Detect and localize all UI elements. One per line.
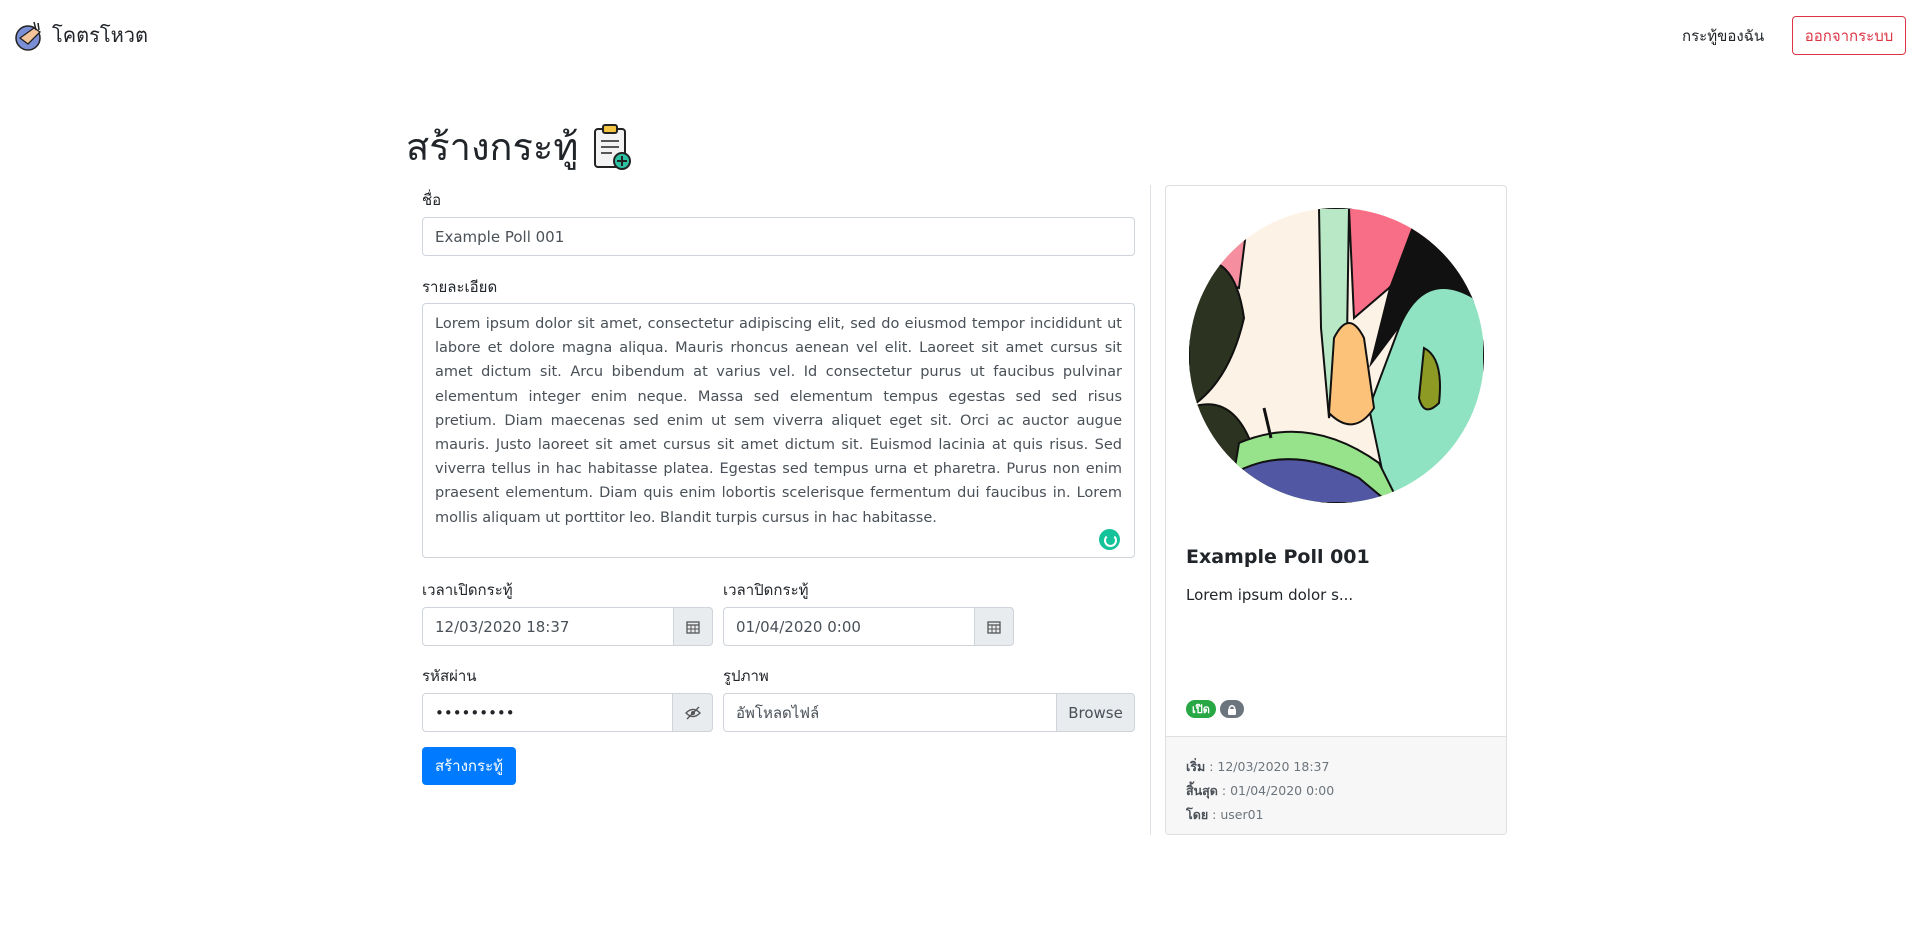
page-title: สร้างกระทู้ [406, 116, 632, 177]
open-time-input[interactable]: 12/03/2020 18:37 [422, 607, 674, 646]
hand-logo-icon [15, 21, 42, 51]
by-value: user01 [1220, 807, 1264, 822]
brand-text: โคตรโหวต [52, 23, 148, 47]
detail-textarea[interactable]: Lorem ipsum dolor sit amet, consectetur … [422, 303, 1135, 558]
poll-preview-title: Example Poll 001 [1186, 546, 1370, 568]
end-row: สิ้นสุด : 01/04/2020 0:00 [1186, 783, 1335, 798]
end-value: 01/04/2020 0:00 [1230, 783, 1335, 798]
start-row: เริ่ม : 12/03/2020 18:37 [1186, 759, 1330, 774]
poll-badges: เปิด [1186, 700, 1244, 718]
close-time-calendar-button[interactable] [974, 607, 1014, 646]
open-time-calendar-button[interactable] [673, 607, 713, 646]
start-label: เริ่ม [1186, 759, 1206, 774]
start-value: 12/03/2020 18:37 [1217, 759, 1330, 774]
navbar: โคตรโหวต กระทู้ของฉัน ออกจากระบบ [0, 0, 1920, 70]
create-poll-button[interactable]: สร้างกระทู้ [422, 747, 516, 785]
toggle-password-button[interactable] [672, 693, 713, 732]
eye-slash-icon [684, 706, 701, 719]
image-file-input[interactable]: อัพโหลดไฟล์ [723, 693, 1057, 732]
open-time-label: เวลาเปิดกระทู้ [422, 581, 513, 599]
image-label: รูปภาพ [723, 667, 769, 685]
author-row: โดย : user01 [1186, 807, 1264, 822]
clipboard-add-icon [594, 123, 632, 170]
grammarly-icon[interactable] [1099, 529, 1120, 550]
column-divider [1150, 185, 1151, 835]
lock-icon [1227, 704, 1236, 715]
password-input[interactable]: ••••••••• [422, 693, 673, 732]
logout-button[interactable]: ออกจากระบบ [1792, 16, 1906, 55]
detail-label: รายละเอียด [422, 278, 498, 296]
calendar-icon [686, 620, 700, 634]
poll-preview-image [1189, 208, 1484, 503]
browse-button[interactable]: Browse [1056, 693, 1135, 732]
close-time-label: เวลาปิดกระทู้ [723, 581, 809, 599]
end-label: สิ้นสุด [1186, 783, 1218, 798]
password-label: รหัสผ่าน [422, 667, 477, 685]
name-input[interactable]: Example Poll 001 [422, 217, 1135, 256]
page-title-text: สร้างกระทู้ [406, 125, 579, 169]
my-polls-link[interactable]: กระทู้ของฉัน [1682, 24, 1764, 48]
calendar-icon [987, 620, 1001, 634]
brand-link[interactable]: โคตรโหวต [14, 18, 148, 52]
poll-preview-card[interactable]: Example Poll 001 Lorem ipsum dolor s... … [1165, 185, 1507, 835]
by-label: โดย [1186, 807, 1209, 822]
close-time-input[interactable]: 01/04/2020 0:00 [723, 607, 975, 646]
lock-badge [1219, 700, 1244, 718]
status-badge-open: เปิด [1186, 700, 1216, 718]
poll-preview-footer: เริ่ม : 12/03/2020 18:37 สิ้นสุด : 01/04… [1166, 736, 1506, 834]
poll-preview-desc: Lorem ipsum dolor s... [1186, 586, 1354, 604]
name-label: ชื่อ [422, 191, 442, 209]
